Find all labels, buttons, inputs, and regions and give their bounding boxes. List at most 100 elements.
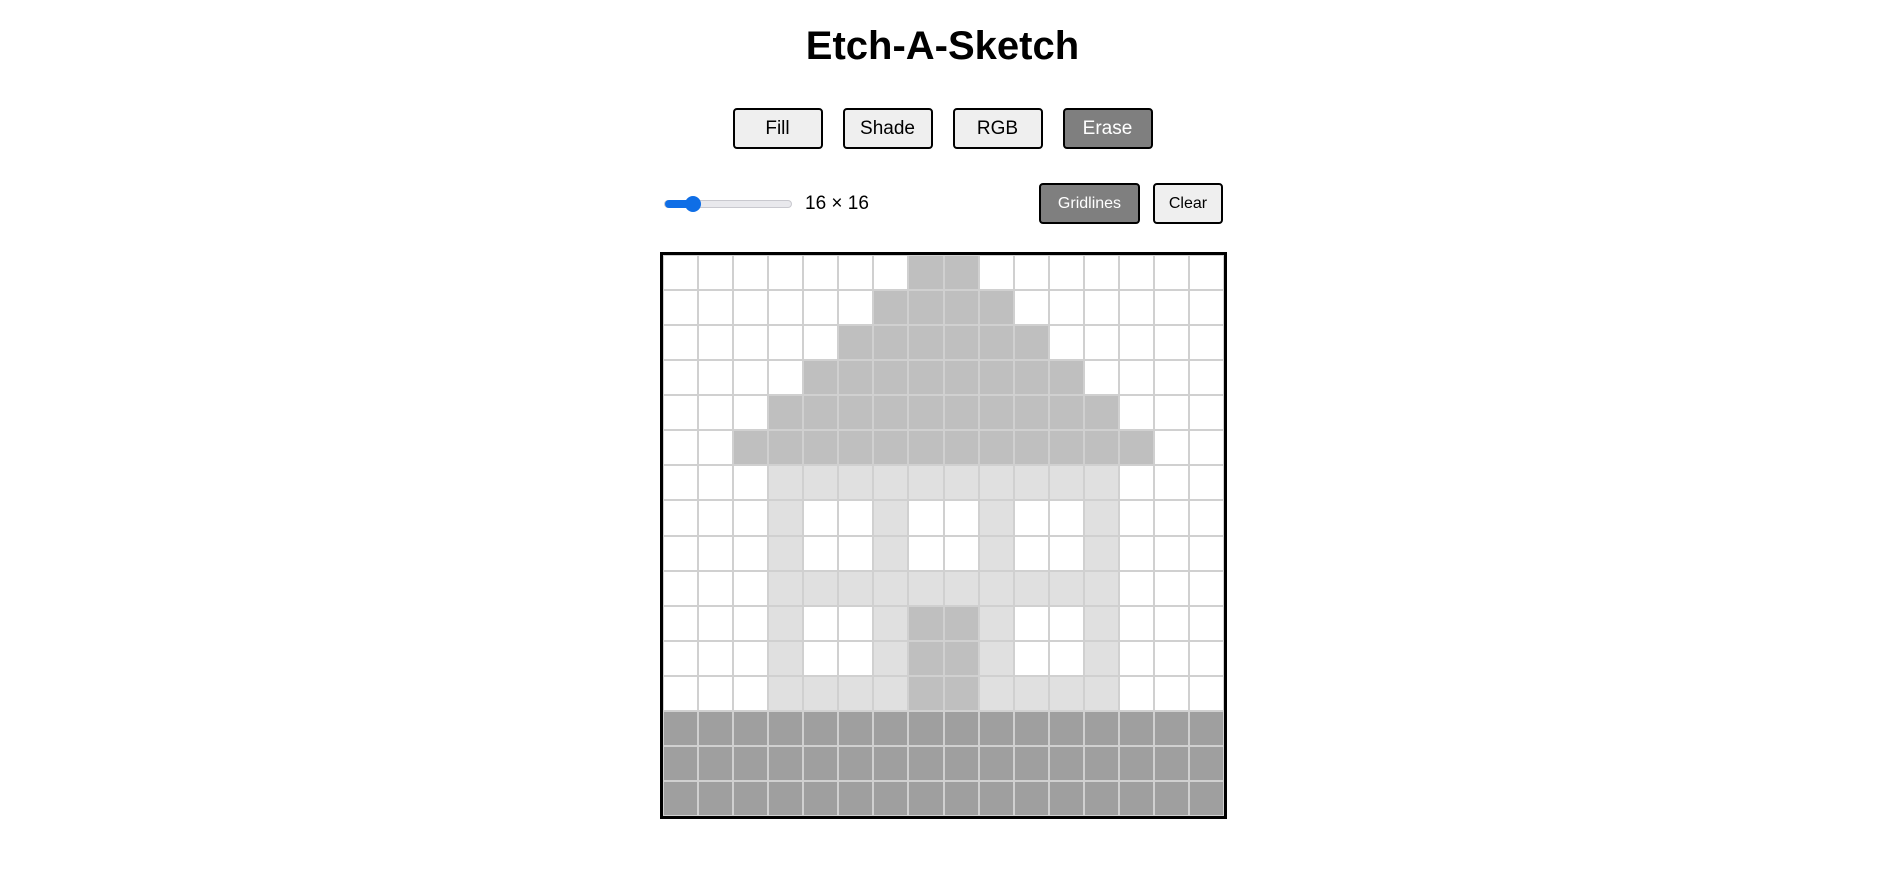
grid-cell[interactable]: [733, 395, 769, 431]
grid-cell[interactable]: [733, 570, 769, 606]
grid-cell[interactable]: [1188, 745, 1224, 781]
grid-cell[interactable]: [803, 535, 839, 571]
grid-cell[interactable]: [663, 710, 699, 746]
grid-cell[interactable]: [1118, 325, 1154, 361]
grid-cell[interactable]: [1188, 290, 1224, 326]
grid-cell[interactable]: [1048, 570, 1084, 606]
grid-cell[interactable]: [873, 290, 909, 326]
grid-cell[interactable]: [1083, 465, 1119, 501]
grid-cell[interactable]: [733, 640, 769, 676]
grid-cell[interactable]: [838, 360, 874, 396]
grid-cell[interactable]: [1048, 745, 1084, 781]
grid-cell[interactable]: [908, 290, 944, 326]
grid-cell[interactable]: [698, 395, 734, 431]
grid-cell[interactable]: [943, 500, 979, 536]
grid-cell[interactable]: [1048, 465, 1084, 501]
grid-cell[interactable]: [1048, 500, 1084, 536]
grid-cell[interactable]: [803, 745, 839, 781]
grid-cell[interactable]: [1153, 570, 1189, 606]
grid-cell[interactable]: [698, 780, 734, 816]
grid-cell[interactable]: [803, 290, 839, 326]
grid-cell[interactable]: [978, 395, 1014, 431]
grid-cell[interactable]: [978, 360, 1014, 396]
grid-cell[interactable]: [908, 325, 944, 361]
grid-cell[interactable]: [943, 360, 979, 396]
grid-cell[interactable]: [663, 780, 699, 816]
grid-cell[interactable]: [908, 255, 944, 291]
grid-cell[interactable]: [803, 325, 839, 361]
grid-cell[interactable]: [663, 325, 699, 361]
grid-cell[interactable]: [1083, 325, 1119, 361]
grid-cell[interactable]: [1013, 360, 1049, 396]
grid-cell[interactable]: [1013, 605, 1049, 641]
grid-cell[interactable]: [1013, 780, 1049, 816]
grid-cell[interactable]: [978, 325, 1014, 361]
grid-cell[interactable]: [768, 430, 804, 466]
grid-cell[interactable]: [873, 780, 909, 816]
grid-cell[interactable]: [1083, 745, 1119, 781]
grid-cell[interactable]: [1188, 465, 1224, 501]
grid-cell[interactable]: [908, 465, 944, 501]
grid-cell[interactable]: [768, 745, 804, 781]
grid-cell[interactable]: [1118, 675, 1154, 711]
grid-cell[interactable]: [1118, 710, 1154, 746]
grid-cell[interactable]: [1013, 325, 1049, 361]
grid-cell[interactable]: [733, 745, 769, 781]
grid-cell[interactable]: [698, 675, 734, 711]
grid-cell[interactable]: [768, 500, 804, 536]
grid-cell[interactable]: [978, 745, 1014, 781]
grid-cell[interactable]: [1118, 465, 1154, 501]
grid-cell[interactable]: [943, 675, 979, 711]
grid-cell[interactable]: [1188, 360, 1224, 396]
grid-cell[interactable]: [1083, 710, 1119, 746]
grid-cell[interactable]: [1153, 465, 1189, 501]
grid-cell[interactable]: [1188, 675, 1224, 711]
grid-cell[interactable]: [908, 640, 944, 676]
grid-cell[interactable]: [838, 500, 874, 536]
grid-cell[interactable]: [733, 535, 769, 571]
grid-cell[interactable]: [1013, 745, 1049, 781]
grid-cell[interactable]: [663, 605, 699, 641]
grid-cell[interactable]: [698, 535, 734, 571]
grid-cell[interactable]: [1118, 745, 1154, 781]
grid-cell[interactable]: [698, 745, 734, 781]
grid-cell[interactable]: [803, 640, 839, 676]
grid-cell[interactable]: [1013, 570, 1049, 606]
grid-cell[interactable]: [768, 395, 804, 431]
grid-cell[interactable]: [1188, 500, 1224, 536]
grid-cell[interactable]: [698, 605, 734, 641]
grid-cell[interactable]: [1083, 605, 1119, 641]
grid-cell[interactable]: [978, 605, 1014, 641]
grid-cell[interactable]: [1153, 395, 1189, 431]
grid-cell[interactable]: [1083, 675, 1119, 711]
grid-cell[interactable]: [873, 325, 909, 361]
grid-cell[interactable]: [1048, 780, 1084, 816]
grid-cell[interactable]: [1083, 360, 1119, 396]
grid-cell[interactable]: [838, 290, 874, 326]
grid-cell[interactable]: [733, 255, 769, 291]
grid-cell[interactable]: [1153, 710, 1189, 746]
grid-cell[interactable]: [663, 255, 699, 291]
grid-cell[interactable]: [978, 255, 1014, 291]
grid-cell[interactable]: [873, 535, 909, 571]
grid-cell[interactable]: [1188, 640, 1224, 676]
grid-cell[interactable]: [803, 605, 839, 641]
grid-cell[interactable]: [803, 570, 839, 606]
grid-size-slider-thumb[interactable]: [685, 195, 702, 212]
grid-cell[interactable]: [733, 710, 769, 746]
grid-cell[interactable]: [1048, 710, 1084, 746]
grid-cell[interactable]: [873, 500, 909, 536]
grid-cell[interactable]: [873, 395, 909, 431]
rgb-mode-button[interactable]: RGB: [952, 108, 1043, 149]
fill-mode-button[interactable]: Fill: [732, 108, 823, 149]
grid-cell[interactable]: [908, 535, 944, 571]
grid-cell[interactable]: [1048, 535, 1084, 571]
grid-cell[interactable]: [803, 675, 839, 711]
grid-cell[interactable]: [943, 465, 979, 501]
grid-cell[interactable]: [803, 710, 839, 746]
grid-cell[interactable]: [978, 675, 1014, 711]
grid-cell[interactable]: [1013, 675, 1049, 711]
grid-cell[interactable]: [1153, 675, 1189, 711]
erase-mode-button[interactable]: Erase: [1062, 108, 1153, 149]
grid-cell[interactable]: [978, 290, 1014, 326]
